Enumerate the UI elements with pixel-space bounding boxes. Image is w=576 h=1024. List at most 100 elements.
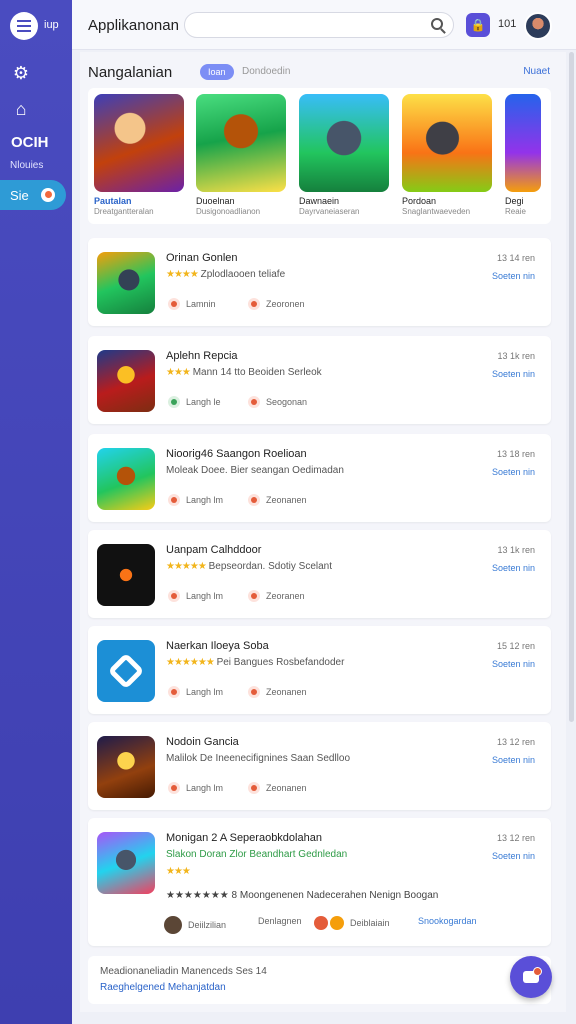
list-item[interactable]: Nioorig46 Saangon Roelioan Moleak Doee. … <box>88 434 551 522</box>
sidebar-item-text[interactable]: OCIH <box>11 134 49 151</box>
gear-icon[interactable]: ⚙ <box>10 62 32 84</box>
chat-icon <box>523 967 542 983</box>
card-tag[interactable]: Seogonan <box>248 396 307 408</box>
diamond-icon <box>107 652 145 690</box>
menu-icon[interactable] <box>10 12 38 40</box>
card-status[interactable]: Soeten nin <box>492 467 535 477</box>
card-desc: Slakon Doran Zlor Beandhart Gednledan <box>166 849 348 860</box>
app-title: Applikanonan <box>88 17 179 34</box>
featured-card[interactable]: Pautalan Dreatgantteralan <box>94 94 186 216</box>
card-status[interactable]: Soeten nin <box>492 563 535 573</box>
card-status[interactable]: Soeten nin <box>492 851 535 861</box>
card-tag[interactable]: Langh le <box>168 396 221 408</box>
tag-icon <box>248 590 260 602</box>
featured-sub: Dusigonoadlianon <box>196 207 261 216</box>
tag-label: Zeonanen <box>266 687 307 697</box>
featured-card[interactable]: Duoelnan Dusigonoadlianon <box>196 94 288 216</box>
card-status[interactable]: Soeten nin <box>492 659 535 669</box>
chat-fab-button[interactable] <box>510 956 552 998</box>
card-meta: 13 12 ren <box>496 833 535 843</box>
home-icon[interactable]: ⌂ <box>10 98 32 120</box>
card-tag[interactable]: Zeonanen <box>248 782 307 794</box>
featured-card[interactable]: Pordoan Snaglantwaeveden <box>402 94 494 216</box>
card-title: Monigan 2 A Seperaobkdolahan <box>166 832 322 844</box>
card-status[interactable]: Soeten nin <box>492 369 535 379</box>
list-item[interactable]: Uanpam Calhddoor ★★★★★ Bepseordan. Sdoti… <box>88 530 551 618</box>
avatar <box>164 916 182 934</box>
see-all-link[interactable]: Nuaet <box>523 66 550 77</box>
card-desc: ★★★★ Zplodlaooen teliafe <box>166 269 285 280</box>
featured-sub: Snaglantwaeveden <box>402 207 471 216</box>
card-tag[interactable]: Zeoronen <box>248 298 305 310</box>
scrollbar[interactable] <box>569 52 574 722</box>
card-meta: 13 1k ren <box>497 351 535 361</box>
search-icon[interactable] <box>431 18 443 30</box>
list-item[interactable]: Aplehn Repcia ★★★ Mann 14 tto Beoiden Se… <box>88 336 551 424</box>
card-desc: ★★★★★ Bepseordan. Sdotiy Scelant <box>166 561 332 572</box>
featured-name: Dawnaein <box>299 196 340 206</box>
badge-icon <box>314 916 328 930</box>
card-tag[interactable]: Zeonanen <box>248 494 307 506</box>
main-panel: Nangalanian Ioan Dondoedin Nuaet Pautala… <box>80 52 566 1012</box>
search-input[interactable] <box>184 12 454 38</box>
tag-icon <box>168 686 180 698</box>
sidebar-brand: iup <box>44 19 59 31</box>
card-link[interactable]: Snookogardan <box>418 916 477 926</box>
card-status[interactable]: Soeten nin <box>492 271 535 281</box>
list-item[interactable]: Naerkan Iloeya Soba ★★★★★★ Pei Bangues R… <box>88 626 551 714</box>
section-subtitle: Dondoedin <box>242 66 291 77</box>
app-icon <box>97 832 155 894</box>
card-desc: Moleak Doee. Bier seangan Oedimadan <box>166 465 344 476</box>
avatar[interactable] <box>524 12 552 40</box>
tag-icon <box>168 396 180 408</box>
sidebar-active-label: Sie <box>10 187 29 203</box>
lock-icon[interactable]: 🔒 <box>466 13 490 37</box>
featured-sub: Dayrvaneiaseran <box>299 207 360 216</box>
card-tag[interactable]: Zeoranen <box>248 590 305 602</box>
app-icon <box>97 252 155 314</box>
sidebar-item-active[interactable]: Sie <box>0 180 66 210</box>
list-item[interactable]: Monigan 2 A Seperaobkdolahan Slakon Dora… <box>88 818 551 946</box>
app-icon <box>97 736 155 798</box>
tag-icon <box>248 494 260 506</box>
card-title: Uanpam Calhddoor <box>166 544 262 556</box>
list-item[interactable]: Orinan Gonlen ★★★★ Zplodlaooen teliafe 1… <box>88 238 551 326</box>
card-desc-text: Moleak Doee. Bier seangan Oedimadan <box>166 465 344 476</box>
tag-icon <box>168 298 180 310</box>
card-meta: 13 14 ren <box>496 253 535 263</box>
card-tag[interactable]: Langh lm <box>168 494 223 506</box>
card-tag[interactable]: Langh lm <box>168 782 223 794</box>
sidebar-item-small[interactable]: Nlouies <box>10 160 43 171</box>
game-art <box>196 94 286 192</box>
section-pill[interactable]: Ioan <box>200 64 234 80</box>
card-tag[interactable]: Langh lm <box>168 590 223 602</box>
section-title: Nangalanian <box>88 64 173 81</box>
card-user[interactable]: Deiilzilian <box>164 916 226 934</box>
card-desc-text: Pei Bangues Rosbefandoder <box>216 657 345 668</box>
notification-icon <box>40 188 55 202</box>
card-tag[interactable]: Langh lm <box>168 686 223 698</box>
star-rating: ★★★ <box>166 367 191 378</box>
card-meta: 15 12 ren <box>496 641 535 651</box>
list-item[interactable]: Nodoin Gancia Malilok De Ineenecifignine… <box>88 722 551 810</box>
card-status[interactable]: Soeten nin <box>492 755 535 765</box>
card-tag[interactable]: Zeonanen <box>248 686 307 698</box>
card-tag[interactable]: Deiblaiain <box>314 916 390 930</box>
card-tag[interactable]: Denlagnen <box>258 916 302 926</box>
featured-card[interactable]: Degi Reaie <box>505 94 545 216</box>
card-desc-text: Mann 14 tto Beoiden Serleok <box>192 367 322 378</box>
tag-label: Zeoronen <box>266 299 305 309</box>
app-icon <box>97 350 155 412</box>
card-tag[interactable]: Lamnin <box>168 298 216 310</box>
badge-icon <box>330 916 344 930</box>
tag-label: Zeonanen <box>266 783 307 793</box>
tag-label: Langh lm <box>186 591 224 601</box>
star-rating: ★★★★ <box>166 269 199 280</box>
card-rating-line: ★★★★★★★ 8 Moongenenen Nadecerahen Nenign… <box>166 890 438 901</box>
card-desc: ★★★ Mann 14 tto Beoiden Serleok <box>166 367 322 378</box>
tag-label: Langh lm <box>186 783 224 793</box>
featured-card[interactable]: Dawnaein Dayrvaneiaseran <box>299 94 391 216</box>
tag-label: Langh lm <box>186 495 224 505</box>
game-art <box>402 94 492 192</box>
footer-link[interactable]: Raeghelgened Mehanjatdan <box>100 982 226 993</box>
